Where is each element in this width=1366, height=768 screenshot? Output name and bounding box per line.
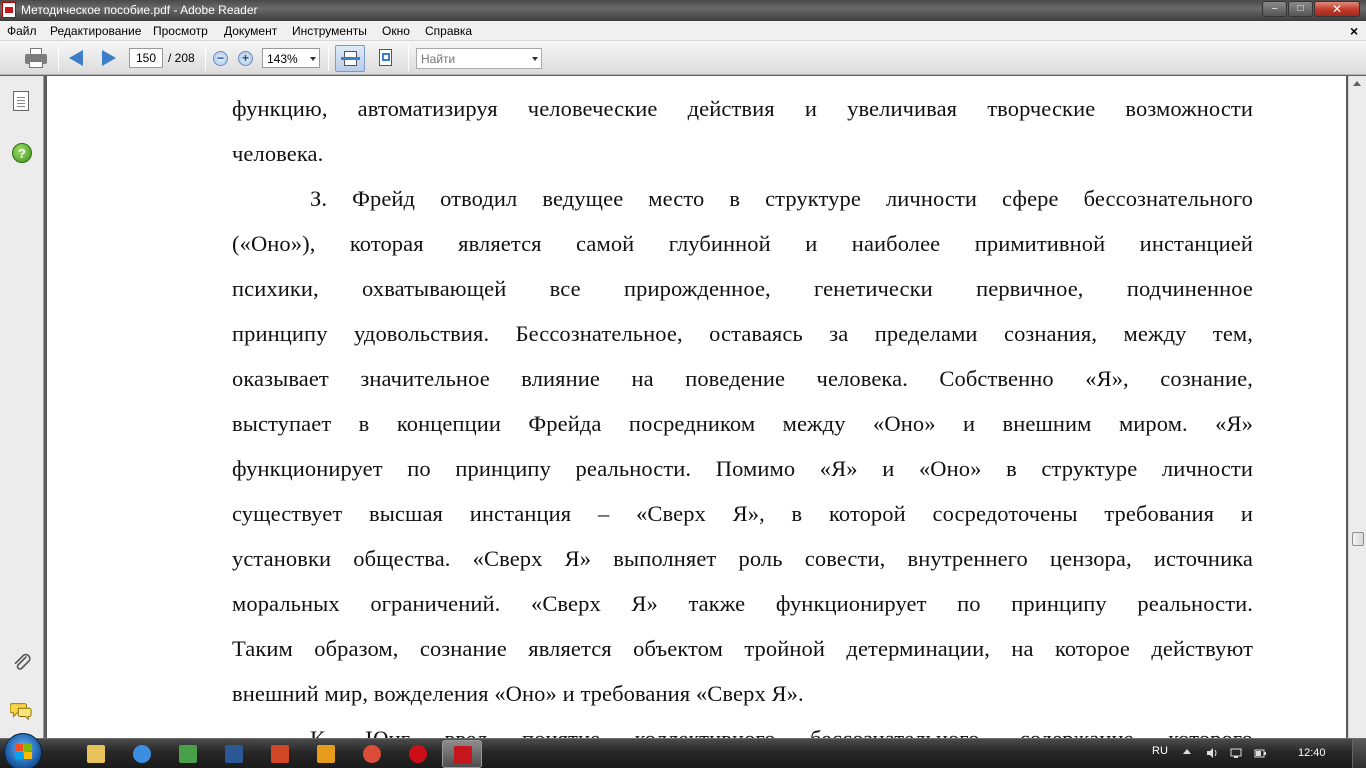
toolbar-separator xyxy=(328,45,329,71)
document-line: человека. xyxy=(232,141,324,166)
help-icon[interactable]: ? xyxy=(12,143,32,163)
search-box[interactable] xyxy=(416,48,542,69)
zoom-select[interactable]: 143% xyxy=(262,48,320,68)
scrollbar-thumb[interactable] xyxy=(1352,532,1364,546)
language-indicator[interactable]: RU xyxy=(1152,745,1168,757)
taskbar-adobe-reader-button[interactable] xyxy=(442,740,482,768)
document-line: существует высшая инстанция – «Сверх Я»,… xyxy=(232,501,1253,526)
taskbar: RU 12:40 xyxy=(0,733,1366,768)
opera-icon xyxy=(409,745,427,763)
zoom-in-icon[interactable]: + xyxy=(238,51,253,66)
printer-icon[interactable] xyxy=(24,48,48,68)
word-icon xyxy=(225,745,243,763)
toolbar-separator xyxy=(408,45,409,71)
taskbar-explorer-button[interactable] xyxy=(76,740,116,768)
taskbar-presentation-app-button[interactable] xyxy=(260,740,300,768)
document-line: принципу удовольствия. Бессознательное, … xyxy=(232,321,1253,346)
menu-bar: Файл Редактирование Просмотр Документ Ин… xyxy=(0,21,1366,41)
toolbar-separator xyxy=(58,45,59,71)
taskbar-media-player-button[interactable] xyxy=(306,740,346,768)
explorer-icon xyxy=(87,745,105,763)
comments-icon[interactable] xyxy=(9,700,34,722)
maximize-button[interactable]: □ xyxy=(1288,1,1313,17)
media-player-icon xyxy=(317,745,335,763)
document-line: К. Юнг ввел понятие коллективного бессоз… xyxy=(310,726,1253,738)
adobe-reader-icon xyxy=(2,2,16,18)
menu-tools[interactable]: Инструменты xyxy=(292,24,367,38)
windows-logo-icon xyxy=(15,744,33,760)
media-app-icon xyxy=(179,745,197,763)
minimize-button[interactable]: – xyxy=(1262,1,1287,17)
presentation-app-icon xyxy=(271,745,289,763)
taskbar-internet-explorer-button[interactable] xyxy=(122,740,162,768)
taskbar-chrome-button[interactable] xyxy=(352,740,392,768)
show-hidden-icons-icon[interactable] xyxy=(1183,749,1191,754)
toolbar: / 208 − + 143% xyxy=(0,41,1366,75)
start-button[interactable] xyxy=(4,733,42,768)
internet-explorer-icon xyxy=(133,745,151,763)
clock[interactable]: 12:40 xyxy=(1298,747,1326,759)
document-line: установки общества. «Сверх Я» выполняет … xyxy=(232,546,1253,571)
menu-view[interactable]: Просмотр xyxy=(153,24,208,38)
document-line: функцию, автоматизируя человеческие дейс… xyxy=(232,96,1253,121)
toolbar-separator xyxy=(205,45,206,71)
search-input[interactable] xyxy=(417,49,525,68)
window-title: Методическое пособие.pdf - Adobe Reader xyxy=(21,3,258,17)
power-icon[interactable] xyxy=(1254,747,1266,759)
document-line: психики, охватывающей все прирожденное, … xyxy=(232,276,1253,301)
taskbar-media-app-button[interactable] xyxy=(168,740,208,768)
document-view[interactable]: функцию, автоматизируя человеческие дейс… xyxy=(45,76,1348,738)
document-line: выступает в концепции Фрейда посредником… xyxy=(232,411,1253,436)
pages-icon[interactable] xyxy=(13,91,29,111)
chevron-down-icon[interactable] xyxy=(532,57,538,61)
chevron-down-icon xyxy=(310,57,316,61)
taskbar-opera-button[interactable] xyxy=(398,740,438,768)
document-line: оказывает значительное влияние на поведе… xyxy=(232,366,1253,391)
show-desktop-button[interactable] xyxy=(1352,739,1366,768)
menu-document[interactable]: Документ xyxy=(224,24,277,38)
document-line: внешний мир, вожделения «Оно» и требован… xyxy=(232,681,804,706)
document-line: моральных ограничений. «Сверх Я» также ф… xyxy=(232,591,1253,616)
menu-edit[interactable]: Редактирование xyxy=(50,24,141,38)
close-document-button[interactable]: × xyxy=(1350,23,1358,39)
paperclip-icon[interactable] xyxy=(11,651,33,673)
network-icon[interactable] xyxy=(1230,747,1242,759)
fit-width-icon[interactable] xyxy=(335,45,365,72)
menu-window[interactable]: Окно xyxy=(382,24,410,38)
document-line: Таким образом, сознание является объекто… xyxy=(232,636,1253,661)
vertical-scrollbar[interactable] xyxy=(1348,76,1366,738)
document-line: («Оно»), которая является самой глубинно… xyxy=(232,231,1253,256)
arrow-left-icon[interactable] xyxy=(69,50,83,66)
volume-icon[interactable] xyxy=(1206,747,1218,759)
chrome-icon xyxy=(363,745,381,763)
fit-page-icon[interactable] xyxy=(375,47,397,69)
page-number-input[interactable] xyxy=(129,48,163,68)
close-button[interactable]: ✕ xyxy=(1314,1,1360,17)
navigation-panel: ? xyxy=(0,76,44,738)
zoom-out-icon[interactable]: − xyxy=(213,51,228,66)
menu-file[interactable]: Файл xyxy=(7,24,37,38)
scroll-up-icon[interactable] xyxy=(1353,81,1361,86)
pdf-page: функцию, автоматизируя человеческие дейс… xyxy=(47,76,1346,738)
arrow-right-icon[interactable] xyxy=(102,50,116,66)
menu-help[interactable]: Справка xyxy=(425,24,472,38)
adobe-reader-icon xyxy=(454,746,472,764)
document-line: функционирует по принципу реальности. По… xyxy=(232,456,1253,481)
page-total-label: / 208 xyxy=(168,51,195,65)
title-bar: Методическое пособие.pdf - Adobe Reader … xyxy=(0,0,1366,21)
document-line: З. Фрейд отводил ведущее место в структу… xyxy=(310,186,1253,211)
zoom-value: 143% xyxy=(267,52,298,66)
taskbar-word-button[interactable] xyxy=(214,740,254,768)
